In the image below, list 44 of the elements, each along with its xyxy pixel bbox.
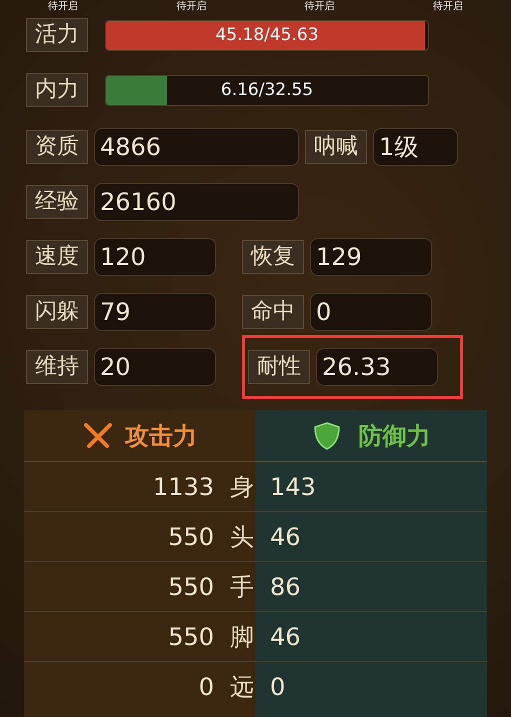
tab[interactable]: 待开启: [432, 1, 463, 13]
stat-label: 经验: [26, 185, 88, 219]
body-part: 手: [229, 572, 255, 602]
stat-value: 129: [310, 238, 432, 276]
defense-title: 防御力: [358, 420, 430, 452]
stat-label: 速度: [26, 240, 88, 274]
body-part: 头: [229, 522, 255, 552]
attack-value: 550: [168, 522, 214, 552]
stat-label: 活力: [26, 18, 88, 52]
tab[interactable]: 待开启: [48, 1, 78, 13]
defense-value: 143: [270, 472, 316, 502]
defense-value: 46: [270, 522, 301, 552]
stat-value: 0: [310, 293, 432, 331]
stat-label: 维持: [26, 350, 88, 384]
attack-title: 攻击力: [124, 420, 197, 452]
tab[interactable]: 待开启: [304, 1, 335, 13]
stat-value: 26160: [94, 183, 299, 221]
stat-label: 资质: [26, 130, 88, 164]
stat-label: 呐喊: [305, 130, 367, 164]
body-part: 身: [229, 472, 255, 502]
stat-value: 26.33: [316, 348, 438, 386]
body-part: 远: [229, 672, 255, 703]
stat-label: 闪躲: [26, 295, 88, 329]
stat-label: 内力: [26, 73, 88, 107]
stat-value: 4866: [94, 128, 299, 166]
attack-value: 550: [168, 572, 214, 602]
stat-label: 恢复: [242, 240, 304, 274]
defense-value: 86: [270, 572, 301, 602]
defense-value: 0: [270, 672, 286, 703]
stat-value: 1级: [373, 128, 458, 166]
attack-value: 0: [198, 672, 214, 703]
attack-value: 1133: [152, 472, 214, 502]
stat-value: 120: [94, 238, 216, 276]
bar-reading: 6.16/32.55: [220, 78, 314, 102]
shield-icon: [312, 420, 342, 450]
attack-value: 550: [168, 622, 214, 652]
tab[interactable]: 待开启: [176, 1, 206, 13]
stat-value: 79: [94, 293, 216, 331]
stat-value: 20: [94, 348, 216, 386]
body-part: 脚: [229, 622, 255, 652]
bar-reading: 45.18/45.63: [214, 24, 320, 46]
stat-label: 命中: [242, 295, 304, 329]
stat-label: 耐性: [248, 350, 310, 384]
defense-value: 46: [270, 622, 301, 652]
